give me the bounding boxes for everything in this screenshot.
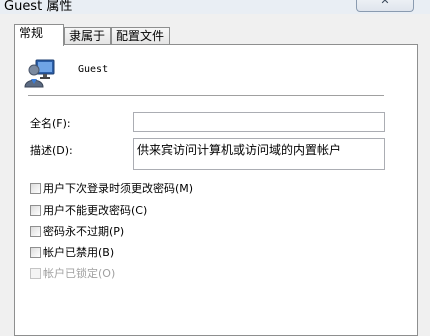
account-locked-label: 帐户已锁定(O) xyxy=(43,267,116,280)
fullname-label: 全名(F): xyxy=(30,117,71,130)
tab-general[interactable]: 常规 xyxy=(14,24,64,46)
user-account-icon xyxy=(24,56,56,88)
account-disabled-checkbox[interactable] xyxy=(30,247,41,258)
close-button[interactable]: ✕ xyxy=(356,0,414,12)
title-bar: Guest 属性 ✕ xyxy=(0,0,430,14)
cannot-change-password-label: 用户不能更改密码(C) xyxy=(43,204,148,217)
description-label: 描述(D): xyxy=(30,144,73,157)
must-change-password-checkbox[interactable] xyxy=(30,183,41,194)
fullname-field[interactable] xyxy=(133,112,385,132)
tab-member-of[interactable]: 隶属于 xyxy=(64,27,111,45)
password-never-expires-checkbox[interactable] xyxy=(30,226,41,237)
account-disabled-label: 帐户已禁用(B) xyxy=(43,246,115,259)
password-never-expires-label: 密码永不过期(P) xyxy=(43,225,125,238)
account-locked-checkbox xyxy=(30,268,41,279)
must-change-password-label: 用户下次登录时须更改密码(M) xyxy=(43,182,194,195)
description-field[interactable]: 供来宾访问计算机或访问域的内置帐户 xyxy=(133,138,385,170)
cannot-change-password-checkbox[interactable] xyxy=(30,205,41,216)
properties-dialog: Guest 属性 ✕ 常规 隶属于 配置文件 Guest 全名(F): 描述(D… xyxy=(0,0,430,336)
separator xyxy=(28,95,384,97)
account-name: Guest xyxy=(78,64,109,75)
close-icon: ✕ xyxy=(380,0,390,7)
window-title: Guest 属性 xyxy=(4,0,73,14)
tab-profile[interactable]: 配置文件 xyxy=(111,27,170,45)
